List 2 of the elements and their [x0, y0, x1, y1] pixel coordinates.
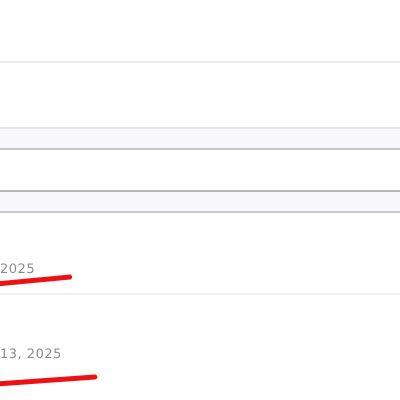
date-text: 2025	[0, 262, 36, 277]
date-text: 13, 2025	[0, 347, 62, 362]
